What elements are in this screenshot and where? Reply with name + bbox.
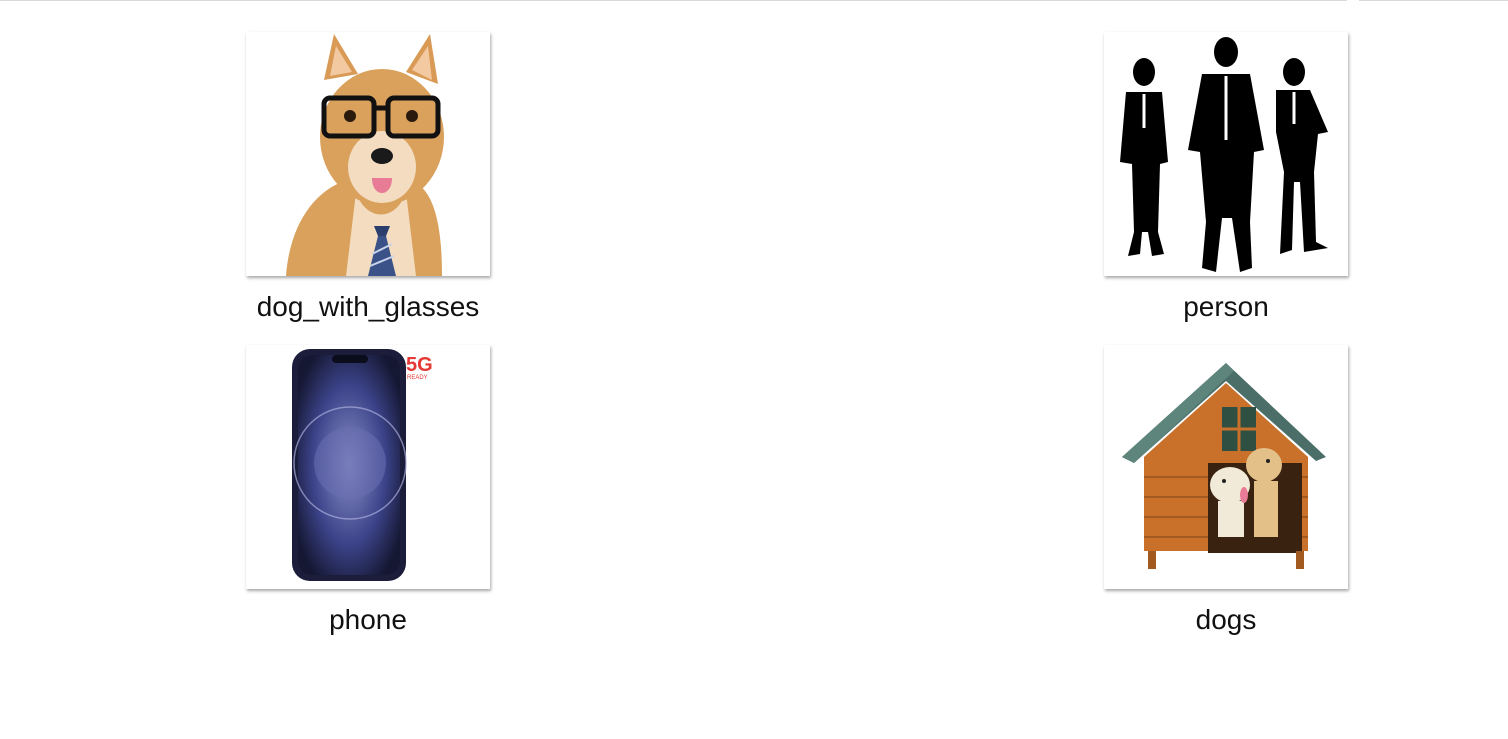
phone-thumbnail[interactable]: 5G READY bbox=[246, 345, 490, 589]
file-name-label: dog_with_glasses bbox=[256, 291, 480, 322]
file-item-dog-with-glasses[interactable]: dog_with_glasses bbox=[238, 32, 498, 324]
business-people-silhouette-image bbox=[1120, 37, 1328, 272]
dog-with-glasses-image bbox=[286, 34, 444, 276]
file-name-label: phone bbox=[329, 604, 407, 635]
dogs-thumbnail[interactable] bbox=[1104, 345, 1348, 589]
dog-with-glasses-thumbnail[interactable] bbox=[246, 32, 490, 276]
doghouse-with-dogs-image bbox=[1122, 363, 1326, 569]
file-item-phone[interactable]: 5G READY phone bbox=[238, 345, 498, 637]
file-item-dogs[interactable]: dogs bbox=[1096, 345, 1356, 637]
smartphone-image: 5G READY bbox=[292, 349, 433, 581]
file-name-label: dogs bbox=[1195, 604, 1257, 635]
person-thumbnail[interactable] bbox=[1104, 32, 1348, 276]
5g-badge-text: 5G bbox=[406, 354, 433, 376]
file-name-label: person bbox=[1183, 291, 1269, 322]
top-divider-right bbox=[1359, 0, 1508, 1]
5g-ready-text: READY bbox=[407, 375, 428, 381]
top-divider bbox=[0, 0, 1347, 1]
file-item-person[interactable]: person bbox=[1096, 32, 1356, 324]
